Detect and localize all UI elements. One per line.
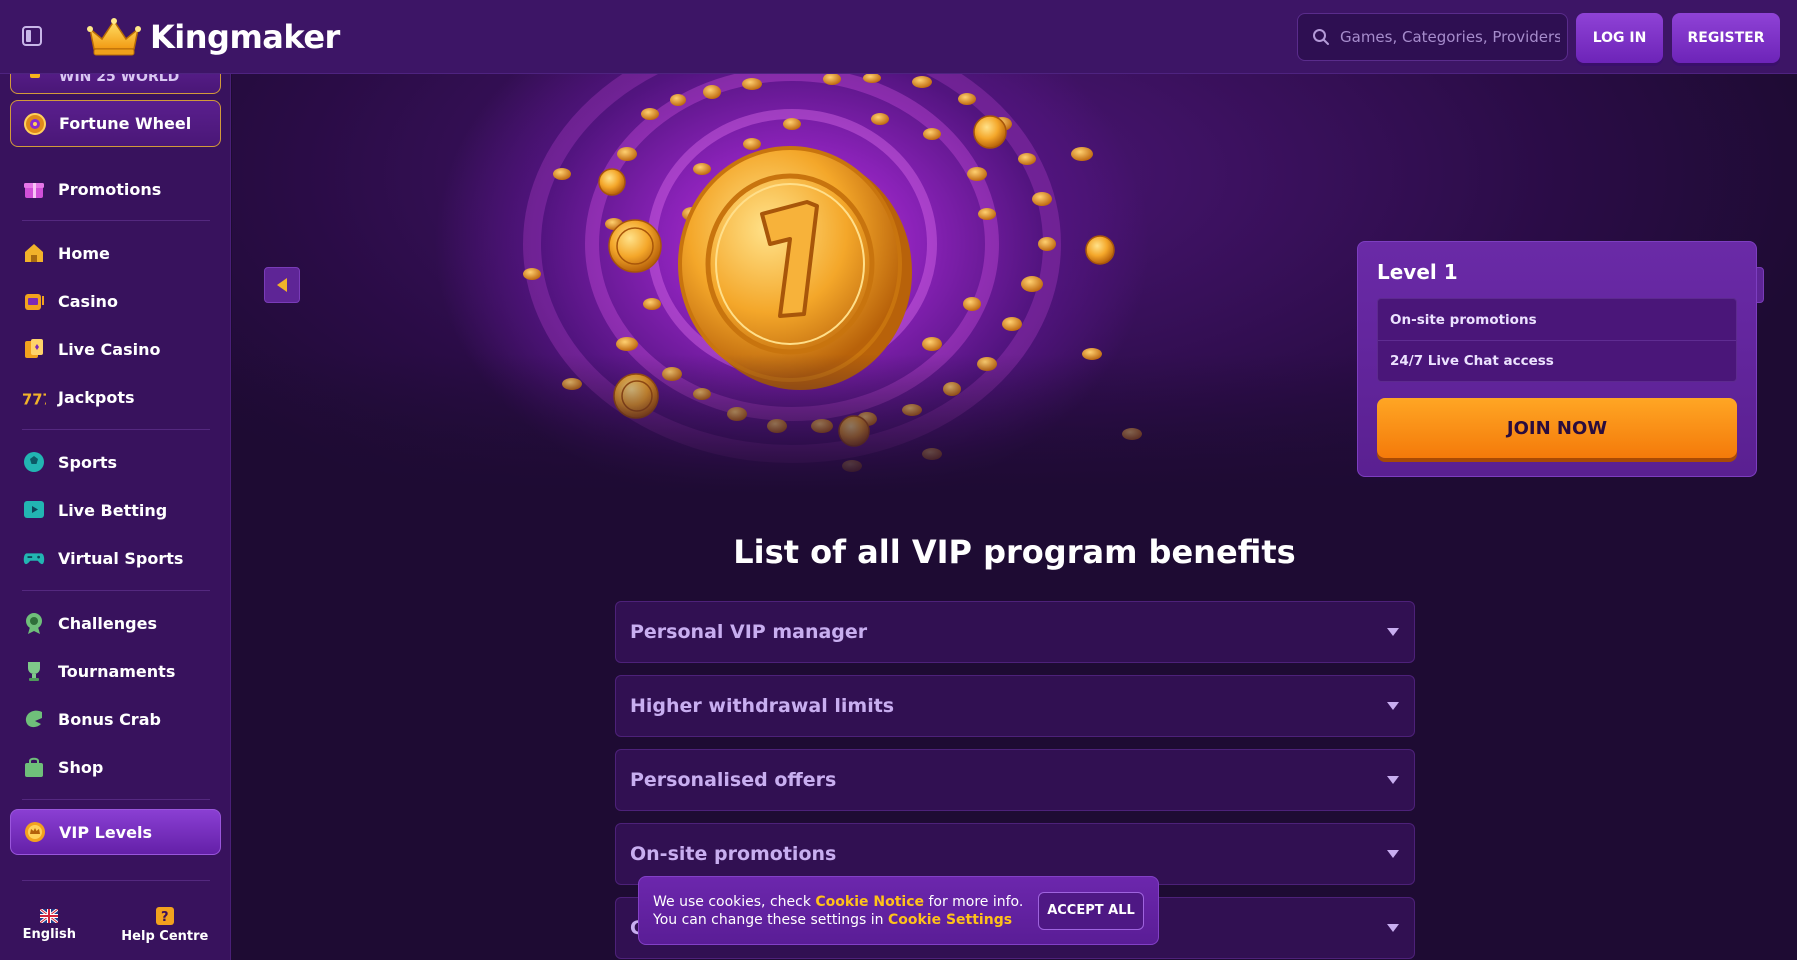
sidebar-item-label: VIP Levels: [59, 822, 152, 842]
sidebar-item-tournaments[interactable]: Tournaments: [10, 649, 221, 693]
trophy-icon: [23, 74, 47, 89]
language-label: English: [22, 926, 76, 942]
sidebar-divider: [22, 590, 210, 591]
cards-icon: [22, 337, 46, 361]
wheel-icon: [23, 112, 47, 136]
svg-text:?: ?: [161, 910, 169, 925]
sidebar-item-label: Casino: [58, 291, 118, 311]
sidebar-toggle-icon[interactable]: [22, 26, 44, 46]
help-centre-link[interactable]: ? Help Centre: [121, 906, 209, 944]
chevron-down-icon: [1387, 924, 1399, 932]
sidebar-item-jackpots[interactable]: 777 Jackpots: [10, 375, 221, 419]
sidebar-item-label: Jackpots: [58, 387, 135, 407]
login-button[interactable]: LOG IN: [1576, 13, 1663, 63]
sidebar-item-label: Tournaments: [58, 661, 176, 681]
gamepad-icon: [22, 546, 46, 570]
accordion-label: Personalised offers: [630, 769, 837, 791]
sidebar-divider: [22, 429, 210, 430]
sidebar-item-virtual-sports[interactable]: Virtual Sports: [10, 536, 221, 580]
sidebar-item-win-world[interactable]: WIN 25 WORLD: [10, 74, 221, 94]
brand-name: Kingmaker: [150, 18, 340, 56]
accordion-item[interactable]: Higher withdrawal limits: [615, 675, 1415, 737]
sidebar-item-casino[interactable]: Casino: [10, 279, 221, 323]
brand-logo[interactable]: Kingmaker: [86, 14, 340, 60]
sidebar-item-label: Challenges: [58, 613, 157, 633]
level-perk: On-site promotions: [1390, 311, 1537, 328]
sidebar-footer: English ? Help Centre: [0, 890, 230, 960]
search-icon: [1313, 29, 1329, 45]
sidebar-item-home[interactable]: Home: [10, 231, 221, 275]
crown-icon: [87, 18, 141, 56]
sidebar-item-label: Sports: [58, 452, 118, 472]
sidebar-item-fortune-wheel[interactable]: Fortune Wheel: [10, 100, 221, 147]
cookie-text: We use cookies, check Cookie Notice for …: [653, 893, 1024, 929]
sidebar-item-label: Virtual Sports: [58, 548, 184, 568]
language-selector[interactable]: English: [22, 908, 76, 942]
sidebar-divider: [22, 799, 210, 800]
benefits-title: List of all VIP program benefits: [733, 533, 1296, 571]
level-card: Level 1 On-site promotions 24/7 Live Cha…: [1357, 241, 1757, 477]
register-button[interactable]: REGISTER: [1672, 13, 1780, 63]
cookie-notice-link[interactable]: Cookie Notice: [815, 894, 924, 910]
sidebar-item-label: Live Betting: [58, 500, 168, 520]
sidebar-item-challenges[interactable]: Challenges: [10, 601, 221, 645]
sidebar-item-live-betting[interactable]: Live Betting: [10, 488, 221, 532]
sidebar-item-live-casino[interactable]: Live Casino: [10, 327, 221, 371]
sidebar-item-label: Promotions: [58, 179, 162, 199]
top-header: Kingmaker LOG IN REGISTER: [0, 0, 1797, 74]
medal-icon: [22, 611, 46, 635]
arrow-left-icon: [277, 278, 287, 292]
soccer-ball-icon: [22, 450, 46, 474]
jackpot-777-icon: 777: [22, 385, 46, 409]
cookie-banner: We use cookies, check Cookie Notice for …: [638, 876, 1159, 945]
level-perk: 24/7 Live Chat access: [1378, 340, 1736, 381]
sidebar-item-vip-levels[interactable]: VIP Levels: [10, 809, 221, 855]
chevron-down-icon: [1387, 702, 1399, 710]
chevron-down-icon: [1387, 776, 1399, 784]
sidebar-divider: [22, 220, 210, 221]
accordion-item[interactable]: Personal VIP manager: [615, 601, 1415, 663]
accordion-item[interactable]: Personalised offers: [615, 749, 1415, 811]
sidebar-item-label: WIN 25 WORLD: [59, 74, 180, 85]
shopping-bag-icon: [22, 755, 46, 779]
accordion-label: Higher withdrawal limits: [630, 695, 895, 717]
accept-all-button[interactable]: ACCEPT ALL: [1038, 891, 1144, 930]
level-perks-list: On-site promotions 24/7 Live Chat access: [1377, 298, 1737, 382]
uk-flag-icon: [40, 908, 59, 923]
vip-crown-icon: [23, 820, 47, 844]
search-box[interactable]: [1297, 13, 1568, 61]
sidebar-item-label: Home: [58, 243, 110, 263]
gift-icon: [22, 177, 46, 201]
sidebar-item-shop[interactable]: Shop: [10, 745, 221, 789]
accordion-label: On-site promotions: [630, 843, 837, 865]
help-icon: ?: [155, 906, 174, 925]
search-input[interactable]: [1340, 28, 1560, 46]
cookie-settings-link[interactable]: Cookie Settings: [888, 912, 1012, 928]
accordion-label: Personal VIP manager: [630, 621, 868, 643]
play-screen-icon: [22, 498, 46, 522]
vip-hero-banner: Level 1 On-site promotions 24/7 Live Cha…: [232, 74, 1797, 494]
slot-machine-icon: [22, 289, 46, 313]
sidebar-item-label: Live Casino: [58, 339, 161, 359]
join-now-button[interactable]: JOIN NOW: [1377, 398, 1737, 458]
sidebar-item-promotions[interactable]: Promotions: [10, 167, 221, 211]
cookie-text-part: We use cookies, check: [653, 893, 816, 910]
svg-text:777: 777: [22, 391, 46, 408]
sidebar-item-sports[interactable]: Sports: [10, 440, 221, 484]
crab-claw-icon: [22, 707, 46, 731]
sidebar-item-bonus-crab[interactable]: Bonus Crab: [10, 697, 221, 741]
chevron-down-icon: [1387, 850, 1399, 858]
sidebar-item-label: Shop: [58, 757, 104, 777]
home-icon: [22, 241, 46, 265]
sidebar-item-label: Fortune Wheel: [59, 114, 192, 133]
sidebar: WIN 25 WORLD Fortune Wheel Promotions Ho…: [0, 74, 231, 960]
chevron-down-icon: [1387, 628, 1399, 636]
sidebar-item-label: Bonus Crab: [58, 709, 161, 729]
carousel-prev-button[interactable]: [264, 267, 300, 303]
sidebar-divider: [22, 880, 210, 881]
level-title: Level 1: [1377, 260, 1458, 284]
trophy-icon: [22, 659, 46, 683]
help-label: Help Centre: [121, 928, 209, 944]
